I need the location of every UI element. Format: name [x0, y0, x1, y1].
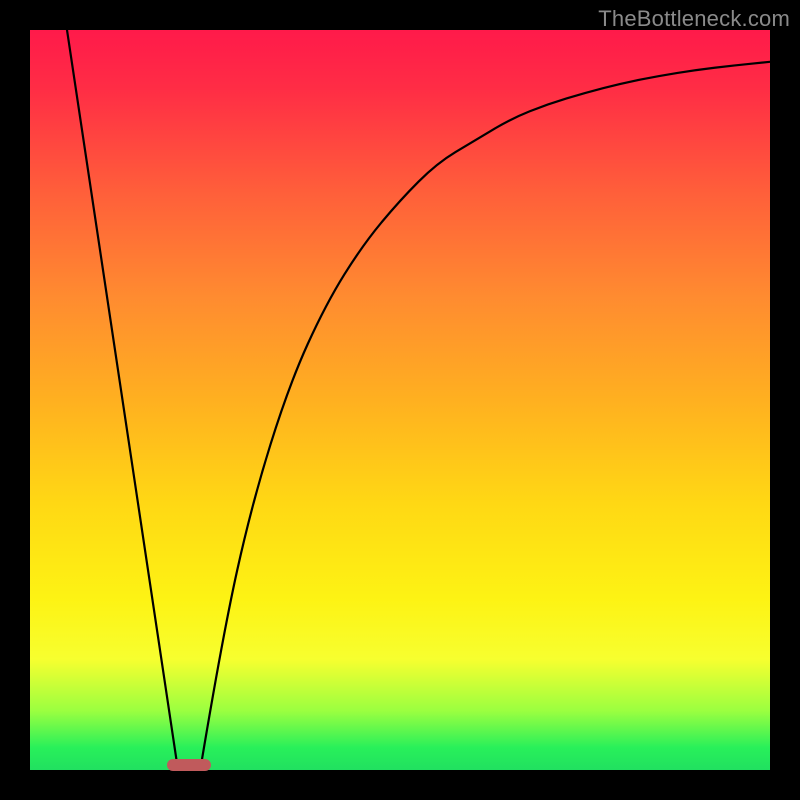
right-rising-curve — [200, 62, 770, 770]
plot-area — [30, 30, 770, 770]
chart-curves-svg — [30, 30, 770, 770]
watermark-text: TheBottleneck.com — [598, 6, 790, 32]
chart-frame: TheBottleneck.com — [0, 0, 800, 800]
sweet-spot-marker — [167, 759, 211, 771]
left-descending-line — [67, 30, 178, 770]
